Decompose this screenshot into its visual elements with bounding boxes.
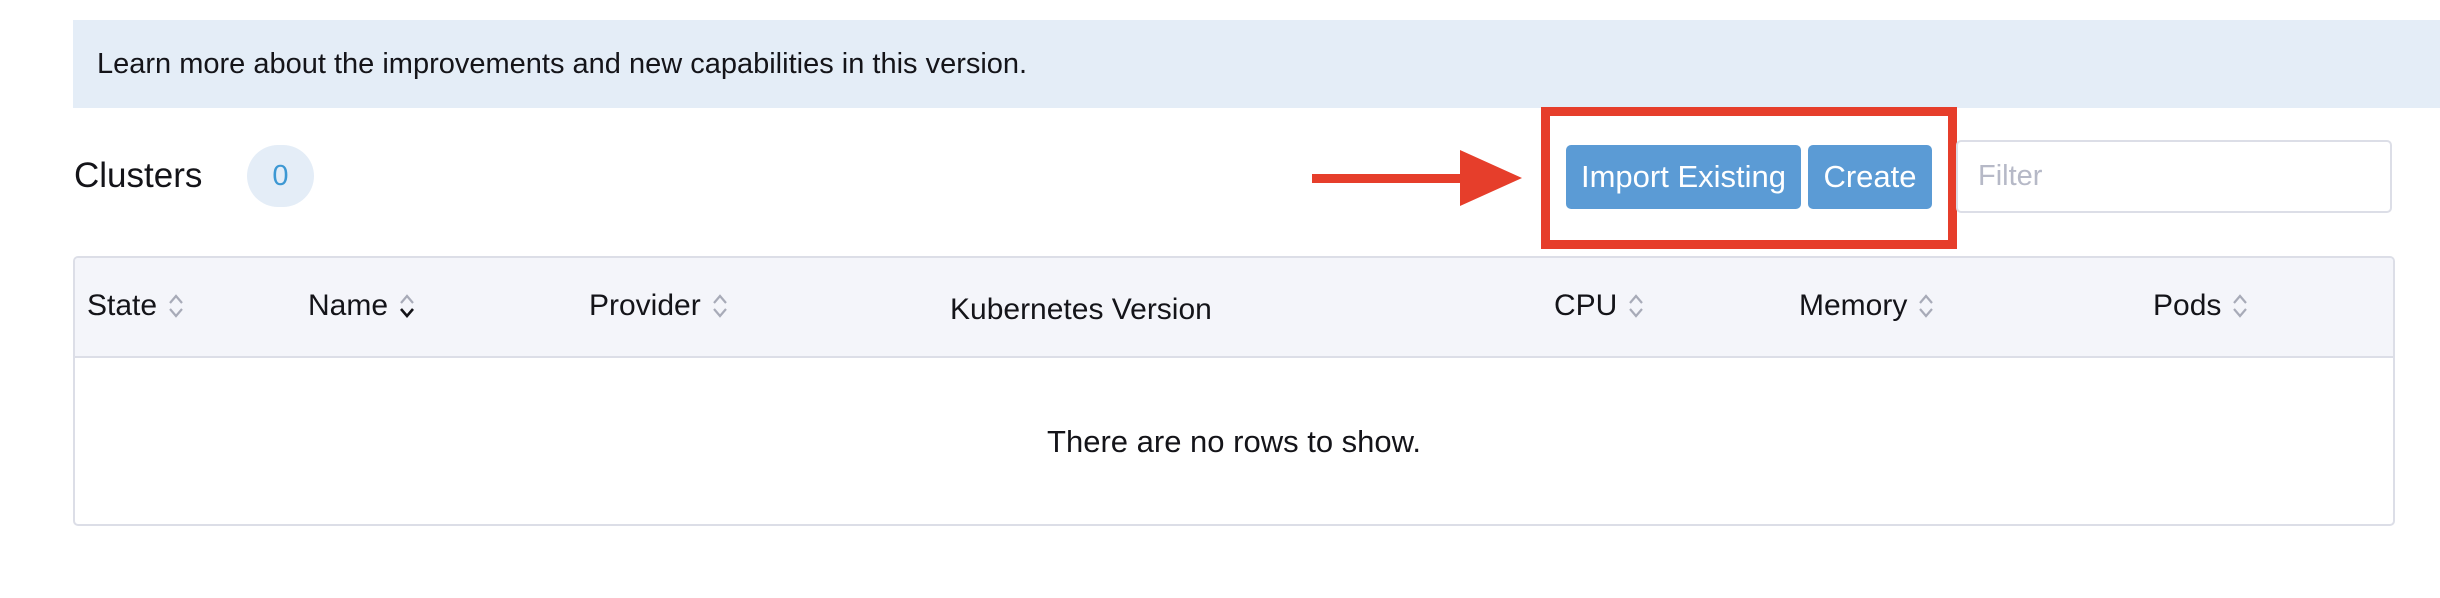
sort-icon [398,292,416,320]
import-existing-button[interactable]: Import Existing [1566,145,1801,209]
column-label: Memory [1799,289,1908,322]
column-header-provider[interactable]: Provider [589,284,729,328]
column-label: Pods [2153,289,2222,322]
column-header-pods[interactable]: Pods [2153,284,2249,328]
column-label: State [87,289,158,322]
empty-table-message: There are no rows to show. [1047,424,1421,459]
sort-icon [2231,292,2249,320]
sort-icon [1917,292,1935,320]
sort-icon [167,292,185,320]
column-header-name[interactable]: Name [308,284,416,328]
page-title: Clusters [74,156,203,195]
clusters-page: Learn more about the improvements and ne… [0,0,2440,598]
create-button[interactable]: Create [1808,145,1932,209]
column-header-cpu[interactable]: CPU [1554,284,1645,328]
column-label: Provider [589,289,701,322]
column-header-state[interactable]: State [87,284,185,328]
table-header: State Name Provider Kubernetes Version C… [75,258,2393,358]
cluster-count-badge: 0 [247,145,314,207]
banner-text: Learn more about the improvements and ne… [97,47,1028,80]
column-header-memory[interactable]: Memory [1799,284,1935,328]
sort-icon [711,292,729,320]
column-label: CPU [1554,289,1618,322]
column-label: Kubernetes Version [950,293,1212,326]
info-banner: Learn more about the improvements and ne… [73,20,2440,108]
column-header-kubernetes-version: Kubernetes Version [950,288,1212,332]
clusters-table: State Name Provider Kubernetes Version C… [73,256,2395,526]
filter-input[interactable] [1956,140,2392,213]
arrow-right-icon [1312,150,1522,206]
sort-icon [1627,292,1645,320]
column-label: Name [308,289,389,322]
